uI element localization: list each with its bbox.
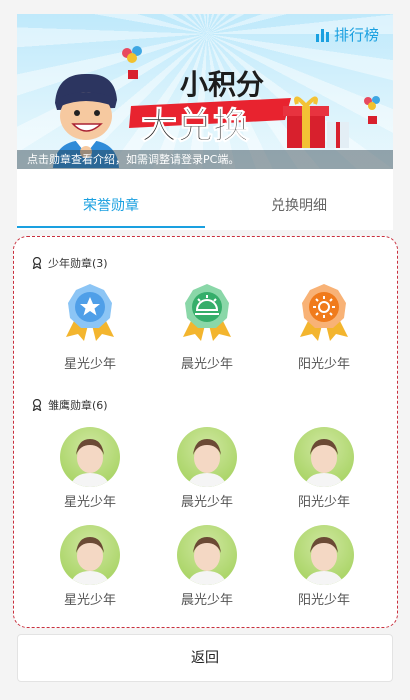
tab-bar: 荣誉勋章 兑换明细 [17, 186, 393, 228]
badge-star-youth[interactable]: 星光少年 [50, 281, 130, 372]
balloons-icon [364, 96, 380, 124]
badge-label: 阳光少年 [297, 593, 350, 608]
student-photo [294, 525, 354, 585]
sun-medal-icon [300, 284, 348, 341]
child-portrait-icon [187, 439, 227, 487]
child-portrait-icon [70, 439, 110, 487]
section-title-label: 少年勋章(3) [48, 257, 108, 270]
balloons-icon [122, 46, 142, 79]
badge-label: 阳光少年 [297, 357, 350, 372]
banner-title-art: 小积分 大兑换 [129, 68, 291, 148]
gift-box-icon [283, 96, 349, 148]
child-portrait-icon [70, 537, 110, 585]
section-title-label: 雏鹰勋章(6) [48, 399, 108, 412]
tab-honor-medals[interactable]: 荣誉勋章 [17, 186, 205, 228]
badge-photo[interactable]: 晨光少年 [167, 525, 247, 608]
tab-exchange-details[interactable]: 兑换明细 [205, 186, 393, 228]
bar-chart-icon [315, 28, 329, 42]
student-photo [60, 525, 120, 585]
medal-outline-icon [32, 257, 42, 269]
medal-outline-icon [32, 399, 42, 411]
child-portrait-icon [187, 537, 227, 585]
badge-label: 阳光少年 [297, 495, 350, 510]
badge-dawn-youth[interactable]: 晨光少年 [167, 281, 247, 372]
sunrise-medal-icon [183, 284, 231, 341]
section-title-youth: 少年勋章(3) [32, 255, 108, 271]
badge-sun-youth[interactable]: 阳光少年 [284, 281, 364, 372]
section-title-eaglet: 雏鹰勋章(6) [32, 397, 108, 413]
badge-photo[interactable]: 星光少年 [50, 525, 130, 608]
back-button[interactable]: 返回 [17, 634, 393, 682]
header-card: 小积分 大兑换 排行榜 点击勋章查看介绍，如需调整请登录PC端。 荣誉勋章 兑换… [17, 14, 393, 230]
badge-label: 星光少年 [63, 495, 116, 510]
badge-photo[interactable]: 星光少年 [50, 427, 130, 510]
student-photo [177, 525, 237, 585]
banner: 小积分 大兑换 排行榜 点击勋章查看介绍，如需调整请登录PC端。 [17, 14, 393, 169]
badge-photo[interactable]: 晨光少年 [167, 427, 247, 510]
badge-label: 晨光少年 [180, 495, 233, 510]
banner-title-line1: 小积分 [180, 68, 264, 101]
leaderboard-label: 排行榜 [333, 26, 379, 44]
badge-photo[interactable]: 阳光少年 [284, 427, 364, 510]
star-medal-icon [66, 284, 114, 341]
child-portrait-icon [304, 537, 344, 585]
page: 小积分 大兑换 排行榜 点击勋章查看介绍，如需调整请登录PC端。 荣誉勋章 兑换… [0, 0, 410, 700]
student-photo [177, 427, 237, 487]
student-photo [60, 427, 120, 487]
badge-label: 星光少年 [63, 593, 116, 608]
banner-title-line2: 大兑换 [141, 106, 249, 147]
banner-caption: 点击勋章查看介绍，如需调整请登录PC端。 [17, 150, 393, 169]
leaderboard-link[interactable]: 排行榜 [315, 24, 379, 45]
badge-label: 星光少年 [63, 357, 116, 372]
badge-photo[interactable]: 阳光少年 [284, 525, 364, 608]
child-portrait-icon [304, 439, 344, 487]
student-photo [294, 427, 354, 487]
badge-label: 晨光少年 [180, 357, 233, 372]
badge-label: 晨光少年 [180, 593, 233, 608]
medals-panel: 少年勋章(3) 星光少年 晨光少年 阳光少年 雏鹰勋章(6) 星光少年 晨光少年… [13, 236, 398, 628]
